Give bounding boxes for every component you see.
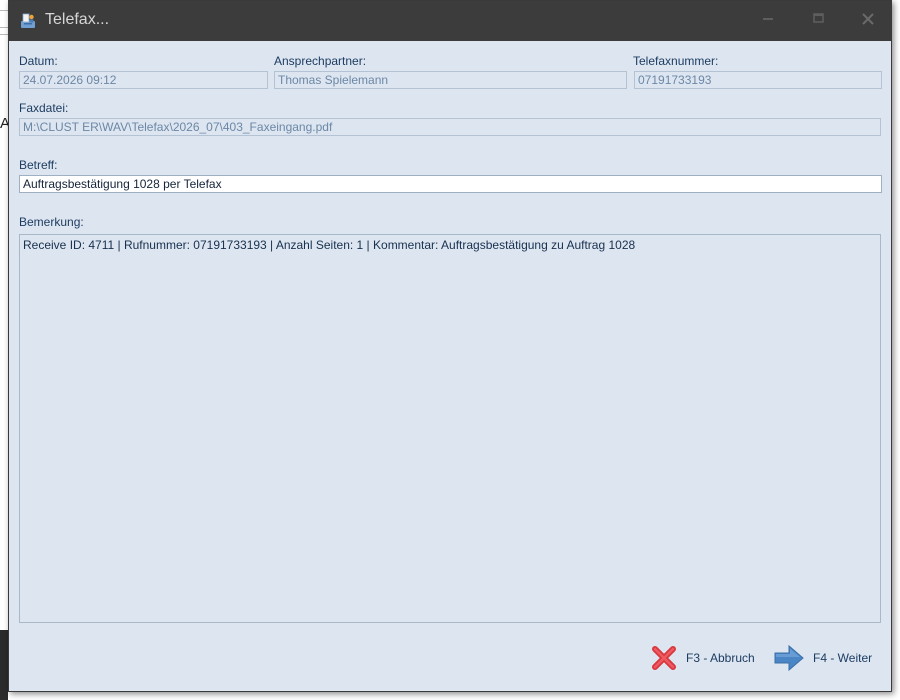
next-button-label: F4 - Weiter: [813, 651, 873, 665]
telefaxnummer-label: Telefaxnummer:: [633, 54, 719, 68]
blue-arrow-right-icon: [774, 644, 804, 672]
betreff-label: Betreff:: [19, 158, 58, 172]
next-button[interactable]: F4 - Weiter: [773, 644, 872, 672]
datum-field[interactable]: 24.07.2026 09:12: [19, 71, 268, 89]
bemerkung-textarea[interactable]: Receive ID: 4711 | Rufnummer: 0719173319…: [19, 234, 881, 623]
datum-label: Datum:: [19, 54, 58, 68]
ansprechpartner-label: Ansprechpartner:: [274, 54, 367, 68]
bemerkung-label: Bemerkung:: [19, 215, 84, 229]
maximize-button[interactable]: [805, 9, 831, 33]
close-button[interactable]: [855, 9, 881, 33]
cancel-button[interactable]: F3 - Abbruch: [650, 644, 755, 672]
cancel-button-label: F3 - Abbruch: [686, 651, 755, 665]
maximize-icon: [813, 13, 824, 23]
faxdatei-field[interactable]: M:\CLUST ER\WAV\Telefax\2026_07\403_Faxe…: [19, 118, 881, 136]
ansprechpartner-field[interactable]: Thomas Spielemann: [274, 71, 627, 89]
background-divider: [0, 27, 8, 28]
red-x-icon: [652, 646, 676, 670]
minimize-button[interactable]: [755, 9, 781, 33]
fax-app-icon: [19, 12, 37, 30]
minimize-icon: [763, 18, 773, 20]
telefax-dialog: Telefax... Datum: 24.07.2026 09:12 Anspr…: [8, 0, 892, 692]
close-icon: [862, 13, 874, 25]
background-divider: [0, 34, 8, 35]
faxdatei-label: Faxdatei:: [19, 101, 69, 115]
betreff-input[interactable]: Auftragsbestätigung 1028 per Telefax: [19, 175, 882, 193]
background-taskbar-fragment: [0, 630, 8, 700]
title-bar[interactable]: Telefax...: [9, 1, 891, 41]
telefaxnummer-field[interactable]: 07191733193: [634, 71, 882, 89]
window-title: Telefax...: [45, 11, 110, 28]
background-divider: [0, 10, 8, 11]
